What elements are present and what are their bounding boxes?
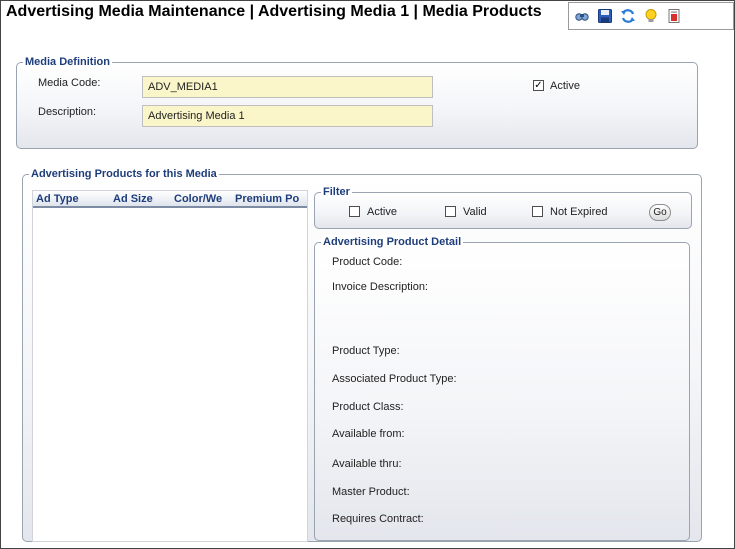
product-detail-legend: Advertising Product Detail <box>321 235 464 249</box>
toolbar <box>568 2 734 30</box>
filter-not-expired-label: Not Expired <box>550 206 608 218</box>
column-header-color-weight[interactable]: Color/We <box>174 193 229 205</box>
lightbulb-button[interactable] <box>641 6 661 26</box>
column-header-ad-type[interactable]: Ad Type <box>36 193 106 205</box>
page-title: Advertising Media Maintenance | Advertis… <box>6 3 542 20</box>
available-thru-label: Available thru: <box>332 458 402 470</box>
column-header-ad-size[interactable]: Ad Size <box>113 193 171 205</box>
filter-valid-checkbox[interactable] <box>445 206 456 217</box>
filter-active-checkbox[interactable] <box>349 206 360 217</box>
media-definition-legend: Media Definition <box>23 55 112 69</box>
search-icon <box>574 8 590 24</box>
filter-active-label: Active <box>367 206 397 218</box>
media-code-label: Media Code: <box>38 77 101 89</box>
report-button[interactable] <box>664 6 684 26</box>
description-label: Description: <box>38 106 97 118</box>
filter-legend: Filter <box>321 185 352 199</box>
filter-not-expired-checkbox[interactable] <box>532 206 543 217</box>
products-list-header: Ad Type Ad Size Color/We Premium Po <box>33 191 307 208</box>
lightbulb-icon <box>643 8 659 24</box>
media-code-field[interactable]: ADV_MEDIA1 <box>142 76 433 98</box>
save-icon <box>597 8 613 24</box>
available-from-label: Available from: <box>332 428 405 440</box>
report-icon <box>666 8 682 24</box>
search-button[interactable] <box>572 6 592 26</box>
invoice-description-label: Invoice Description: <box>332 281 428 293</box>
product-class-label: Product Class: <box>332 401 404 413</box>
product-type-label: Product Type: <box>332 345 400 357</box>
save-button[interactable] <box>595 6 615 26</box>
description-field[interactable]: Advertising Media 1 <box>142 105 433 127</box>
media-definition-group: Media Definition Media Code: ADV_MEDIA1 … <box>16 55 698 149</box>
master-product-label: Master Product: <box>332 486 410 498</box>
product-code-label: Product Code: <box>332 256 403 268</box>
refresh-icon <box>620 8 636 24</box>
requires-contract-label: Requires Contract: <box>332 513 424 525</box>
go-button[interactable]: Go <box>649 204 671 221</box>
advertising-products-group: Advertising Products for this Media Ad T… <box>22 167 702 542</box>
associated-product-type-label: Associated Product Type: <box>332 373 457 385</box>
filter-group: Filter Active Valid Not Expired Go <box>314 185 692 229</box>
advertising-products-legend: Advertising Products for this Media <box>29 167 219 181</box>
filter-valid-label: Valid <box>463 206 487 218</box>
refresh-button[interactable] <box>618 6 638 26</box>
product-detail-group: Advertising Product Detail Product Code:… <box>314 235 690 541</box>
active-checkbox[interactable]: ✓ <box>533 80 544 91</box>
products-list[interactable]: Ad Type Ad Size Color/We Premium Po <box>32 190 308 542</box>
active-checkbox-label: Active <box>550 80 580 92</box>
window-frame: Advertising Media Maintenance | Advertis… <box>0 0 735 549</box>
column-header-premium-position[interactable]: Premium Po <box>235 193 307 205</box>
